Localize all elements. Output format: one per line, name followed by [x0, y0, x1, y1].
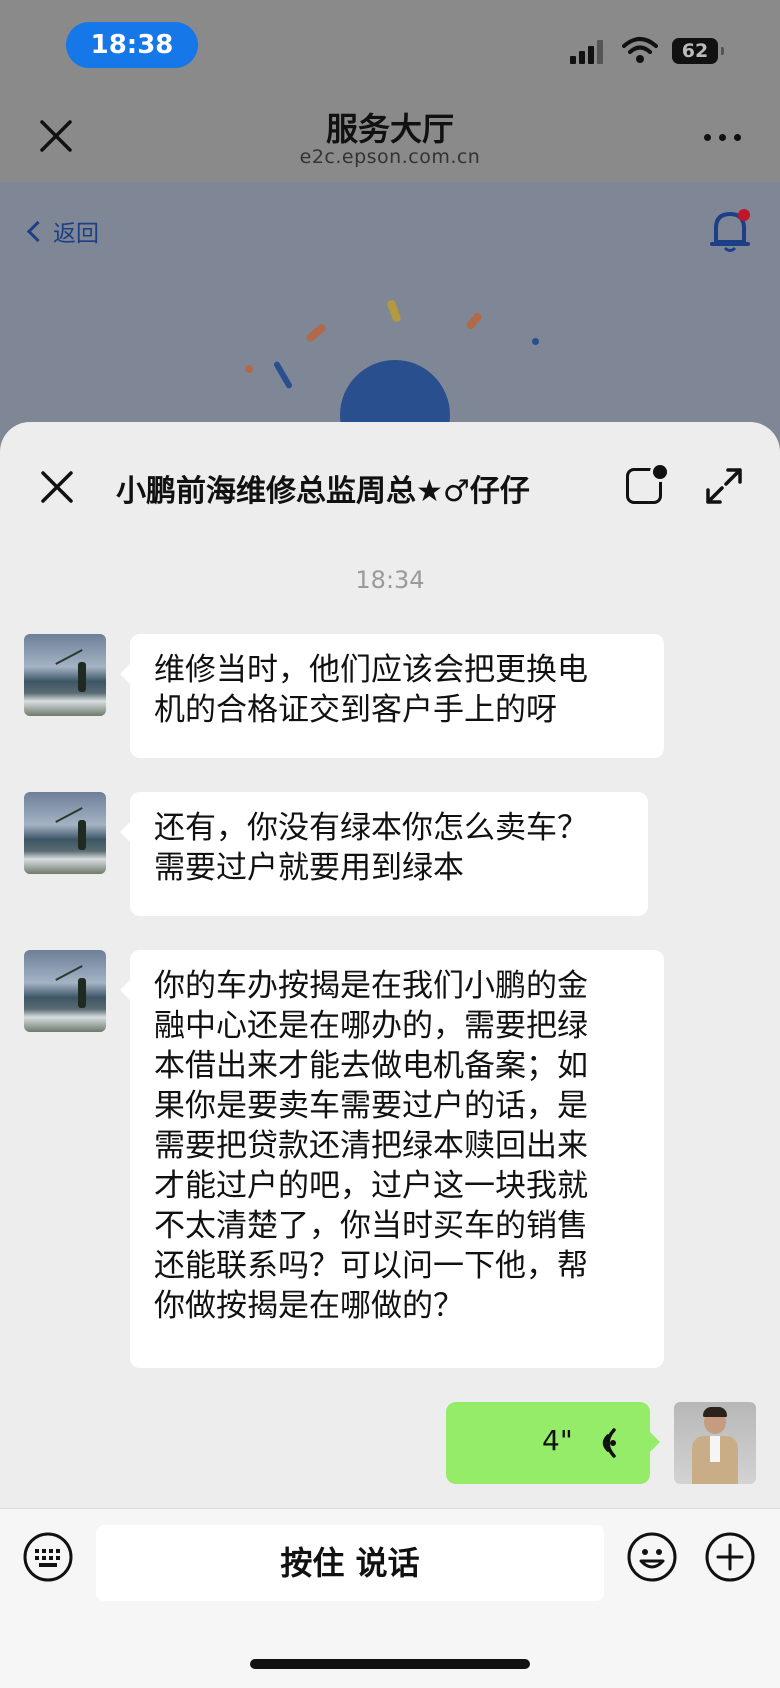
avatar[interactable]	[24, 792, 106, 874]
chevron-left-icon	[26, 220, 49, 243]
voice-duration: 4"	[542, 1424, 573, 1457]
avatar[interactable]	[24, 634, 106, 716]
close-icon[interactable]	[40, 470, 74, 504]
plus-icon[interactable]	[704, 1531, 756, 1583]
message-line: 才能过户的吧，过户这一块我就	[154, 1168, 588, 1204]
hold-to-talk-button[interactable]: 按住 说话	[96, 1525, 604, 1601]
cellular-signal-icon	[570, 40, 610, 64]
home-indicator	[250, 1659, 530, 1669]
message-line: 维修当时，他们应该会把更换电	[154, 652, 588, 688]
keyboard-icon[interactable]	[22, 1531, 74, 1583]
message-line: 不太清楚了，你当时买车的销售	[154, 1208, 588, 1244]
back-link[interactable]: 返回	[26, 214, 99, 248]
decoration-confetti	[245, 365, 253, 373]
web-page-title: 服务大厅	[325, 110, 454, 148]
message-line: 本借出来才能去做电机备案；如	[154, 1048, 588, 1084]
message-bubble[interactable]: 你的车办按揭是在我们小鹏的金 融中心还是在哪办的，需要把绿 本借出来才能去做电机…	[120, 950, 664, 1368]
notification-dot	[738, 209, 750, 221]
message-bubble[interactable]: 还有，你没有绿本你怎么卖车？ 需要过户就要用到绿本	[120, 792, 648, 916]
avatar[interactable]	[24, 950, 106, 1032]
chat-sheet: 小鹏前海维修总监周总★♂仔仔 18:34 维修当时，他们应该会把更换电 机的合格…	[0, 422, 780, 1688]
message-bubble[interactable]: 维修当时，他们应该会把更换电 机的合格证交到客户手上的呀	[120, 634, 664, 758]
battery-indicator: 62	[672, 38, 724, 64]
message-timestamp: 18:34	[355, 566, 425, 594]
voice-wave-icon	[602, 1428, 616, 1458]
voice-message-bubble[interactable]: 4"	[446, 1402, 660, 1484]
message-line: 你做按揭是在哪做的？	[154, 1288, 464, 1324]
back-label: 返回	[53, 221, 99, 247]
message-line: 需要过户就要用到绿本	[154, 850, 464, 886]
web-page-domain: e2c.epson.com.cn	[299, 146, 481, 168]
emoji-icon[interactable]	[626, 1531, 678, 1583]
expand-icon[interactable]	[704, 466, 744, 506]
message-line: 还能联系吗？可以问一下他，帮	[154, 1248, 588, 1284]
float-window-badge	[650, 462, 670, 482]
message-line: 还有，你没有绿本你怎么卖车？	[154, 810, 588, 846]
wifi-icon	[622, 37, 658, 63]
more-options-icon[interactable]	[704, 134, 744, 144]
message-line: 需要把贷款还清把绿本赎回出来	[154, 1128, 588, 1164]
chat-title: 小鹏前海维修总监周总★♂仔仔	[116, 474, 530, 509]
decoration-confetti	[532, 338, 539, 345]
avatar[interactable]	[674, 1402, 756, 1484]
status-time: 18:38	[66, 22, 198, 68]
message-line: 机的合格证交到客户手上的呀	[154, 692, 557, 728]
message-line: 你的车办按揭是在我们小鹏的金	[154, 968, 588, 1004]
message-line: 融中心还是在哪办的，需要把绿	[154, 1008, 588, 1044]
message-line: 果你是要卖车需要过户的话，是	[154, 1088, 588, 1124]
chat-input-bar: 按住 说话	[0, 1508, 780, 1688]
